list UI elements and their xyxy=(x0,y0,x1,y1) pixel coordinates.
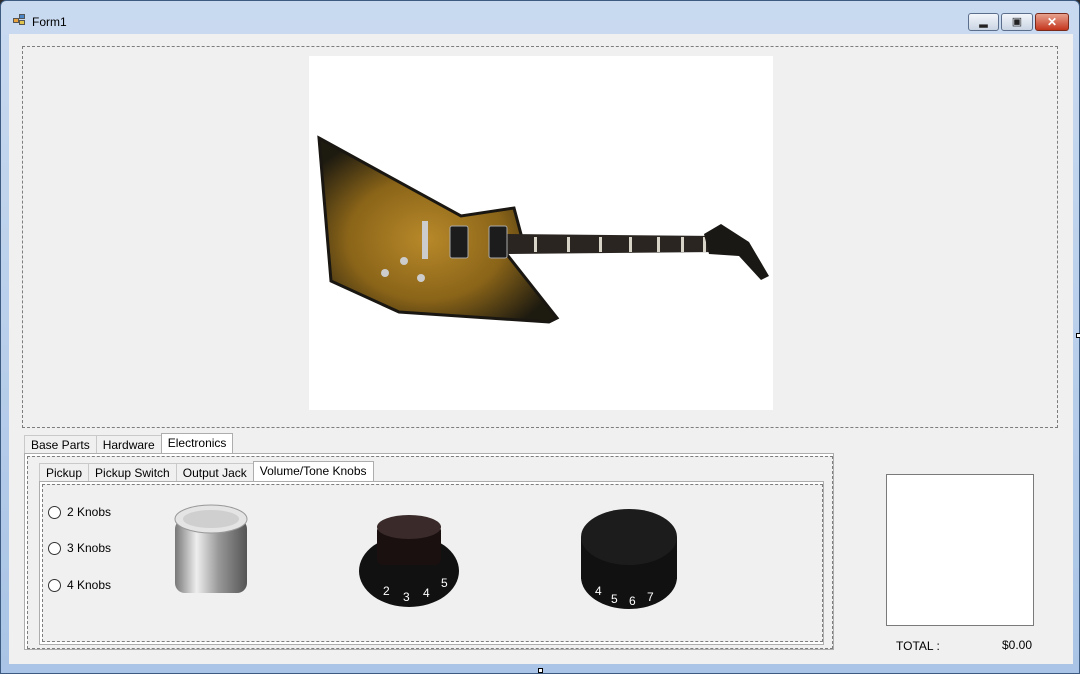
tab-base-parts[interactable]: Base Parts xyxy=(24,435,97,454)
svg-text:2: 2 xyxy=(383,584,390,598)
tab-pickup-switch[interactable]: Pickup Switch xyxy=(88,463,177,482)
tab-volume-tone-knobs[interactable]: Volume/Tone Knobs xyxy=(252,461,374,482)
radio-label: 3 Knobs xyxy=(67,541,112,555)
tab-pickup[interactable]: Pickup xyxy=(39,463,90,482)
black-speed-knob-image[interactable]: 45 6 7 xyxy=(579,507,679,617)
radio-label: 4 Knobs xyxy=(67,578,112,592)
guitar-preview-image xyxy=(309,56,773,410)
resize-handle-right[interactable] xyxy=(1076,333,1080,338)
radio-3-knobs[interactable]: 3 Knobs xyxy=(48,541,111,555)
close-icon: ✕ xyxy=(1046,15,1058,29)
black-top-hat-knob-image[interactable]: 2 3 45 xyxy=(357,513,465,613)
electronics-panel: Pickup Pickup Switch Output Jack Volume/… xyxy=(27,456,833,649)
svg-text:6: 6 xyxy=(629,594,636,608)
resize-handle-bottom[interactable] xyxy=(538,668,543,673)
radio-button-icon[interactable] xyxy=(48,541,61,555)
app-window: Form1 ▂ ▣ ✕ Base Parts Hardware Electron… xyxy=(0,0,1080,674)
radio-label: 2 Knobs xyxy=(67,505,112,519)
inner-tab-strip: Pickup Pickup Switch Output Jack Volume/… xyxy=(39,461,374,482)
app-icon xyxy=(13,14,27,26)
title-bar[interactable]: Form1 ▂ ▣ ✕ xyxy=(1,1,1079,33)
tab-hardware[interactable]: Hardware xyxy=(95,435,162,454)
maximize-icon: ▣ xyxy=(1011,16,1023,28)
svg-text:5: 5 xyxy=(441,576,448,590)
svg-text:4: 4 xyxy=(423,586,430,600)
minimize-button[interactable]: ▂ xyxy=(968,13,999,31)
radio-2-knobs[interactable]: 2 Knobs xyxy=(48,505,111,519)
summary-box[interactable] xyxy=(886,474,1034,626)
chrome-knob-image[interactable] xyxy=(167,501,259,601)
knobs-tab-page: 2 Knobs 3 Knobs 4 Knobs 2 3 4 5 4 5 6 7 xyxy=(39,481,824,645)
total-label: TOTAL : xyxy=(896,639,940,653)
minimize-icon: ▂ xyxy=(979,16,988,28)
outer-tab-strip: Base Parts Hardware Electronics xyxy=(24,433,234,454)
svg-text:3: 3 xyxy=(403,590,410,604)
radio-button-icon[interactable] xyxy=(48,578,61,592)
knobs-group: 2 Knobs 3 Knobs 4 Knobs 2 3 4 5 4 5 6 7 xyxy=(42,484,823,642)
tab-electronics[interactable]: Electronics xyxy=(160,433,234,454)
total-value: $0.00 xyxy=(1002,638,1033,652)
radio-button-icon[interactable] xyxy=(48,505,61,519)
electronics-tab-page: Pickup Pickup Switch Output Jack Volume/… xyxy=(24,453,834,650)
tab-output-jack[interactable]: Output Jack xyxy=(175,463,254,482)
radio-4-knobs[interactable]: 4 Knobs xyxy=(48,578,111,592)
svg-text:7: 7 xyxy=(647,590,654,604)
form-client-area: Base Parts Hardware Electronics Pickup P… xyxy=(9,34,1073,664)
close-button[interactable]: ✕ xyxy=(1035,13,1069,31)
svg-text:5: 5 xyxy=(611,592,618,606)
svg-text:4: 4 xyxy=(595,584,602,598)
maximize-button[interactable]: ▣ xyxy=(1001,13,1033,31)
window-title: Form1 xyxy=(32,15,67,29)
